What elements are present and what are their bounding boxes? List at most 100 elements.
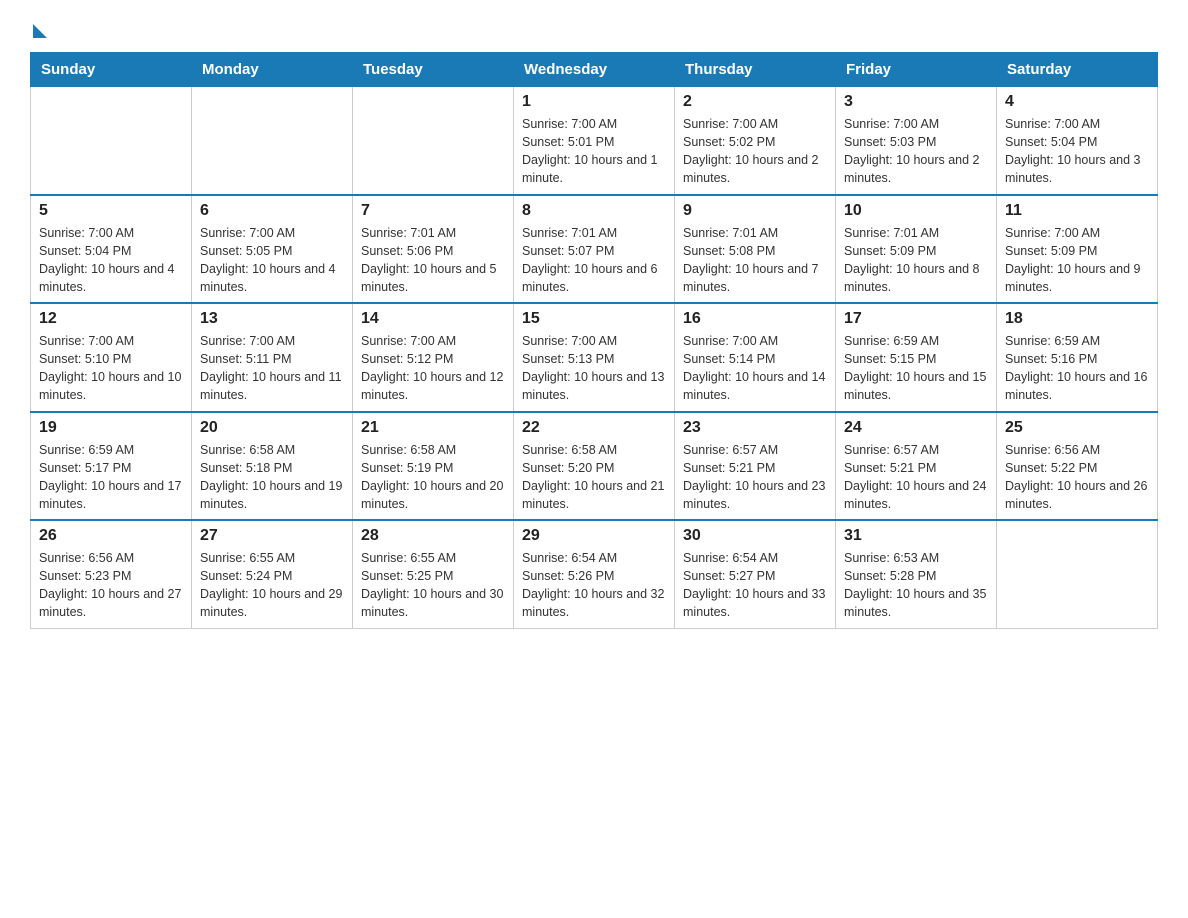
day-number: 10 bbox=[844, 202, 988, 220]
day-number: 31 bbox=[844, 527, 988, 545]
calendar-cell: 16 Sunrise: 7:00 AM Sunset: 5:14 PM Dayli… bbox=[675, 303, 836, 412]
calendar-cell: 4Sunrise: 7:00 AM Sunset: 5:04 PM Daylig… bbox=[997, 87, 1158, 195]
day-info: Sunrise: 7:00 AM Sunset: 5:01 PM Dayligh… bbox=[522, 115, 666, 188]
weekday-header: Friday bbox=[836, 53, 997, 87]
calendar-cell: 19 Sunrise: 6:59 AM Sunset: 5:17 PM Dayli… bbox=[31, 412, 192, 521]
day-number: 12 bbox=[39, 310, 183, 328]
day-number: 20 bbox=[200, 419, 344, 437]
calendar-cell: 7 Sunrise: 7:01 AM Sunset: 5:06 PM Daylig… bbox=[353, 195, 514, 304]
calendar-cell: 11 Sunrise: 7:00 AM Sunset: 5:09 PM Dayli… bbox=[997, 195, 1158, 304]
page-header bbox=[30, 20, 1158, 34]
day-number: 22 bbox=[522, 419, 666, 437]
day-number: 24 bbox=[844, 419, 988, 437]
calendar-cell: 21 Sunrise: 6:58 AM Sunset: 5:19 PM Dayli… bbox=[353, 412, 514, 521]
day-number: 11 bbox=[1005, 202, 1149, 220]
calendar-week-row: 12 Sunrise: 7:00 AM Sunset: 5:10 PM Dayli… bbox=[31, 303, 1158, 412]
calendar-cell: 6 Sunrise: 7:00 AM Sunset: 5:05 PM Daylig… bbox=[192, 195, 353, 304]
calendar-cell: 1 Sunrise: 7:00 AM Sunset: 5:01 PM Daylig… bbox=[514, 87, 675, 195]
day-info: Sunrise: 6:58 AM Sunset: 5:18 PM Dayligh… bbox=[200, 441, 344, 514]
weekday-header: Monday bbox=[192, 53, 353, 87]
calendar-cell bbox=[192, 87, 353, 195]
day-info: Sunrise: 6:59 AM Sunset: 5:16 PM Dayligh… bbox=[1005, 332, 1149, 405]
calendar-cell: 3Sunrise: 7:00 AM Sunset: 5:03 PM Daylig… bbox=[836, 87, 997, 195]
calendar-cell: 31 Sunrise: 6:53 AM Sunset: 5:28 PM Dayli… bbox=[836, 520, 997, 628]
day-number: 8 bbox=[522, 202, 666, 220]
day-info: Sunrise: 7:00 AM Sunset: 5:14 PM Dayligh… bbox=[683, 332, 827, 405]
day-info: Sunrise: 7:00 AM Sunset: 5:05 PM Dayligh… bbox=[200, 224, 344, 297]
day-info: Sunrise: 6:55 AM Sunset: 5:25 PM Dayligh… bbox=[361, 549, 505, 622]
calendar-cell: 18 Sunrise: 6:59 AM Sunset: 5:16 PM Dayli… bbox=[997, 303, 1158, 412]
calendar-cell: 27Sunrise: 6:55 AM Sunset: 5:24 PM Dayli… bbox=[192, 520, 353, 628]
calendar-table: SundayMondayTuesdayWednesdayThursdayFrid… bbox=[30, 52, 1158, 629]
calendar-cell: 13Sunrise: 7:00 AM Sunset: 5:11 PM Dayli… bbox=[192, 303, 353, 412]
day-number: 23 bbox=[683, 419, 827, 437]
day-info: Sunrise: 7:00 AM Sunset: 5:13 PM Dayligh… bbox=[522, 332, 666, 405]
logo bbox=[30, 20, 47, 34]
weekday-header: Wednesday bbox=[514, 53, 675, 87]
calendar-cell: 25 Sunrise: 6:56 AM Sunset: 5:22 PM Dayli… bbox=[997, 412, 1158, 521]
day-info: Sunrise: 7:01 AM Sunset: 5:06 PM Dayligh… bbox=[361, 224, 505, 297]
calendar-week-row: 19 Sunrise: 6:59 AM Sunset: 5:17 PM Dayli… bbox=[31, 412, 1158, 521]
calendar-cell bbox=[353, 87, 514, 195]
day-info: Sunrise: 7:00 AM Sunset: 5:10 PM Dayligh… bbox=[39, 332, 183, 405]
day-number: 15 bbox=[522, 310, 666, 328]
day-info: Sunrise: 7:00 AM Sunset: 5:04 PM Dayligh… bbox=[1005, 115, 1149, 188]
day-number: 1 bbox=[522, 93, 666, 111]
calendar-cell: 2 Sunrise: 7:00 AM Sunset: 5:02 PM Daylig… bbox=[675, 87, 836, 195]
day-info: Sunrise: 7:01 AM Sunset: 5:08 PM Dayligh… bbox=[683, 224, 827, 297]
day-number: 6 bbox=[200, 202, 344, 220]
calendar-cell: 15 Sunrise: 7:00 AM Sunset: 5:13 PM Dayli… bbox=[514, 303, 675, 412]
day-number: 29 bbox=[522, 527, 666, 545]
day-info: Sunrise: 7:00 AM Sunset: 5:02 PM Dayligh… bbox=[683, 115, 827, 188]
logo-triangle-icon bbox=[33, 24, 47, 38]
day-number: 30 bbox=[683, 527, 827, 545]
day-number: 16 bbox=[683, 310, 827, 328]
day-info: Sunrise: 7:01 AM Sunset: 5:09 PM Dayligh… bbox=[844, 224, 988, 297]
day-number: 2 bbox=[683, 93, 827, 111]
calendar-cell: 17 Sunrise: 6:59 AM Sunset: 5:15 PM Dayli… bbox=[836, 303, 997, 412]
day-info: Sunrise: 6:58 AM Sunset: 5:20 PM Dayligh… bbox=[522, 441, 666, 514]
day-number: 3 bbox=[844, 93, 988, 111]
calendar-week-row: 26Sunrise: 6:56 AM Sunset: 5:23 PM Dayli… bbox=[31, 520, 1158, 628]
calendar-cell: 28 Sunrise: 6:55 AM Sunset: 5:25 PM Dayli… bbox=[353, 520, 514, 628]
calendar-cell: 22 Sunrise: 6:58 AM Sunset: 5:20 PM Dayli… bbox=[514, 412, 675, 521]
calendar-cell: 29 Sunrise: 6:54 AM Sunset: 5:26 PM Dayli… bbox=[514, 520, 675, 628]
day-info: Sunrise: 6:57 AM Sunset: 5:21 PM Dayligh… bbox=[844, 441, 988, 514]
day-info: Sunrise: 6:56 AM Sunset: 5:22 PM Dayligh… bbox=[1005, 441, 1149, 514]
day-info: Sunrise: 6:59 AM Sunset: 5:17 PM Dayligh… bbox=[39, 441, 183, 514]
day-info: Sunrise: 6:58 AM Sunset: 5:19 PM Dayligh… bbox=[361, 441, 505, 514]
calendar-cell: 12 Sunrise: 7:00 AM Sunset: 5:10 PM Dayli… bbox=[31, 303, 192, 412]
calendar-cell: 24 Sunrise: 6:57 AM Sunset: 5:21 PM Dayli… bbox=[836, 412, 997, 521]
day-info: Sunrise: 6:55 AM Sunset: 5:24 PM Dayligh… bbox=[200, 549, 344, 622]
calendar-cell: 20 Sunrise: 6:58 AM Sunset: 5:18 PM Dayli… bbox=[192, 412, 353, 521]
calendar-cell: 9 Sunrise: 7:01 AM Sunset: 5:08 PM Daylig… bbox=[675, 195, 836, 304]
weekday-header: Tuesday bbox=[353, 53, 514, 87]
day-number: 7 bbox=[361, 202, 505, 220]
calendar-cell: 30Sunrise: 6:54 AM Sunset: 5:27 PM Dayli… bbox=[675, 520, 836, 628]
day-number: 14 bbox=[361, 310, 505, 328]
weekday-header: Sunday bbox=[31, 53, 192, 87]
day-number: 9 bbox=[683, 202, 827, 220]
calendar-cell: 5Sunrise: 7:00 AM Sunset: 5:04 PM Daylig… bbox=[31, 195, 192, 304]
day-info: Sunrise: 6:59 AM Sunset: 5:15 PM Dayligh… bbox=[844, 332, 988, 405]
calendar-cell bbox=[31, 87, 192, 195]
day-number: 21 bbox=[361, 419, 505, 437]
day-info: Sunrise: 6:53 AM Sunset: 5:28 PM Dayligh… bbox=[844, 549, 988, 622]
day-number: 18 bbox=[1005, 310, 1149, 328]
day-info: Sunrise: 6:56 AM Sunset: 5:23 PM Dayligh… bbox=[39, 549, 183, 622]
day-info: Sunrise: 6:57 AM Sunset: 5:21 PM Dayligh… bbox=[683, 441, 827, 514]
calendar-cell: 14Sunrise: 7:00 AM Sunset: 5:12 PM Dayli… bbox=[353, 303, 514, 412]
day-number: 17 bbox=[844, 310, 988, 328]
day-info: Sunrise: 7:00 AM Sunset: 5:09 PM Dayligh… bbox=[1005, 224, 1149, 297]
day-number: 5 bbox=[39, 202, 183, 220]
day-number: 19 bbox=[39, 419, 183, 437]
day-info: Sunrise: 6:54 AM Sunset: 5:26 PM Dayligh… bbox=[522, 549, 666, 622]
calendar-cell: 26Sunrise: 6:56 AM Sunset: 5:23 PM Dayli… bbox=[31, 520, 192, 628]
day-info: Sunrise: 7:00 AM Sunset: 5:11 PM Dayligh… bbox=[200, 332, 344, 405]
day-number: 28 bbox=[361, 527, 505, 545]
calendar-week-row: 1 Sunrise: 7:00 AM Sunset: 5:01 PM Daylig… bbox=[31, 87, 1158, 195]
calendar-cell bbox=[997, 520, 1158, 628]
calendar-week-row: 5Sunrise: 7:00 AM Sunset: 5:04 PM Daylig… bbox=[31, 195, 1158, 304]
day-number: 25 bbox=[1005, 419, 1149, 437]
day-info: Sunrise: 7:01 AM Sunset: 5:07 PM Dayligh… bbox=[522, 224, 666, 297]
